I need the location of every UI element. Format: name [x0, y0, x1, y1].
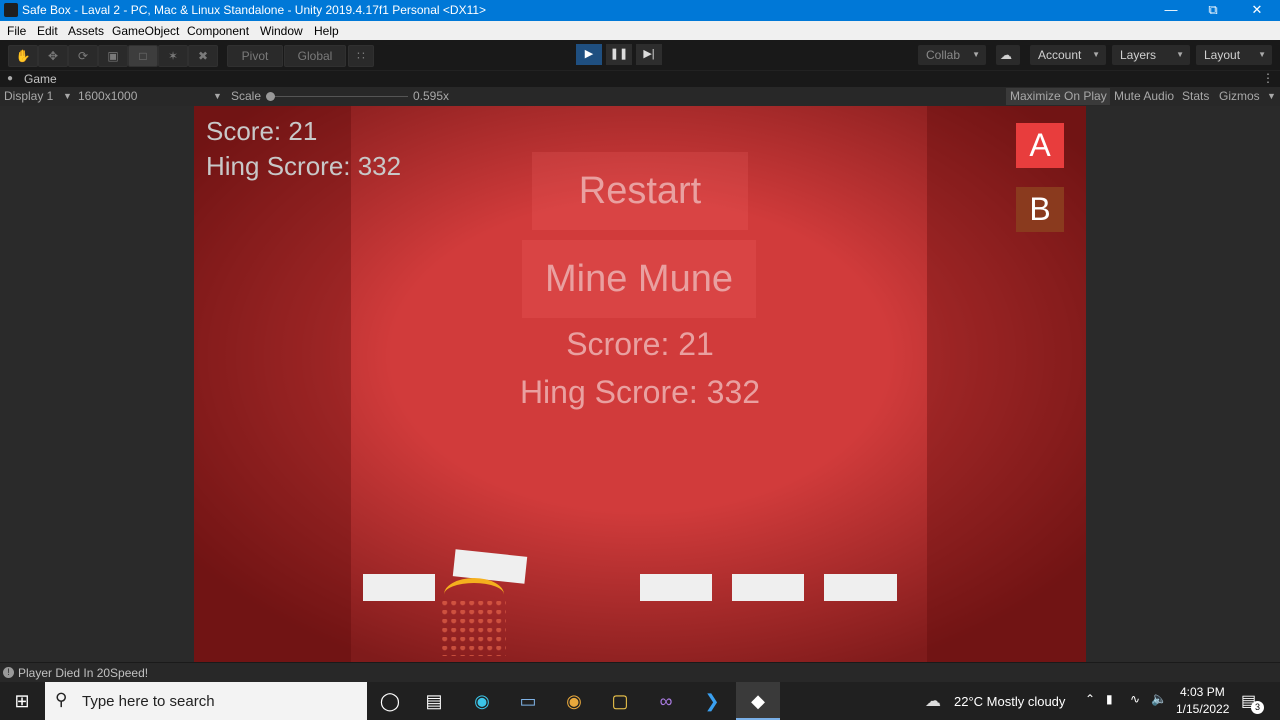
global-toggle[interactable]: Global [284, 45, 346, 67]
weather-text[interactable]: 22°C Mostly cloudy [954, 694, 1065, 709]
unity-logo-icon [4, 3, 18, 17]
transform-tool-icon[interactable]: ✶ [158, 45, 188, 67]
scale-slider-handle[interactable] [266, 92, 275, 101]
game-tab-header: ● Game ⋮ [0, 70, 1280, 88]
notification-count: 3 [1251, 701, 1264, 714]
hand-tool-icon[interactable]: ✋ [8, 45, 38, 67]
pause-button[interactable]: ❚❚ [606, 44, 632, 65]
step-button[interactable]: ▶| [636, 44, 662, 65]
display-chevron-icon: ▼ [63, 91, 72, 101]
menu-help[interactable]: Help [314, 24, 339, 38]
gizmos-toggle[interactable]: Gizmos [1215, 88, 1264, 105]
menu-window[interactable]: Window [260, 24, 303, 38]
gizmos-chevron-icon[interactable]: ▼ [1267, 91, 1276, 101]
platform [732, 574, 804, 601]
volume-icon[interactable]: 🔈 [1151, 691, 1167, 707]
account-label: Account [1038, 48, 1082, 62]
cortana-icon[interactable]: ◯ [368, 682, 412, 720]
hud-high-score: Hing Scrore: 332 [206, 151, 402, 181]
collab-label: Collab [926, 48, 961, 62]
particle-trail [442, 601, 506, 656]
maximize-on-play-toggle[interactable]: Maximize On Play [1006, 88, 1111, 105]
collab-dropdown[interactable]: Collab ▼ [918, 45, 986, 65]
menu-edit[interactable]: Edit [37, 24, 58, 38]
stats-toggle[interactable]: Stats [1178, 88, 1214, 105]
tray-chevron-icon[interactable]: ⌃ [1085, 692, 1095, 706]
resolution-chevron-icon: ▼ [213, 91, 222, 101]
mute-audio-toggle[interactable]: Mute Audio [1110, 88, 1179, 105]
game-view-controls: Display 1 ▼ 1600x1000 ▼ Scale 0.595x Max… [0, 87, 1280, 107]
visual-studio-icon[interactable]: ∞ [644, 682, 688, 720]
scale-value: 0.595x [413, 89, 450, 103]
game-canvas[interactable]: Score: 21 Hing Scrore: 332 Restart Mine … [194, 106, 1086, 662]
close-icon[interactable]: ✕ [1249, 2, 1265, 18]
file-explorer-icon[interactable]: ▢ [598, 682, 642, 720]
layers-label: Layers [1120, 48, 1157, 62]
gamepad-icon: ● [7, 73, 14, 84]
minimize-icon[interactable]: — [1163, 2, 1179, 18]
platform [640, 574, 712, 601]
scale-tool-icon[interactable]: ▣ [98, 45, 128, 67]
wifi-icon[interactable]: ∿ [1130, 692, 1140, 706]
pivot-label: Pivot [241, 49, 269, 63]
windows-start-icon[interactable]: ⊞ [0, 682, 44, 720]
chrome-icon[interactable]: ◉ [552, 682, 596, 720]
window-title-bar: Safe Box - Laval 2 - PC, Mac & Linux Sta… [0, 0, 1280, 21]
rect-tool-icon[interactable]: □ [128, 45, 158, 67]
unity-taskbar-icon[interactable]: ◆ [736, 682, 780, 720]
weather-cloud-icon[interactable]: ☁ [925, 691, 941, 711]
menu-assets[interactable]: Assets [68, 24, 104, 38]
main-menu-button[interactable]: Mine Mune [522, 240, 756, 318]
resolution-dropdown[interactable]: 1600x1000 [78, 89, 137, 103]
move-tool-icon[interactable]: ✥ [38, 45, 68, 67]
b-button[interactable]: B [1016, 187, 1064, 232]
tab-menu-icon[interactable]: ⋮ [1262, 71, 1274, 85]
edge-icon[interactable]: ◉ [460, 682, 504, 720]
overlay-high-score: Hing Scrore: 332 [519, 374, 761, 410]
info-icon: ! [3, 667, 14, 678]
overlay-score: Scrore: 21 [566, 326, 714, 362]
search-placeholder: Type here to search [82, 693, 215, 710]
status-message[interactable]: Player Died In 20Speed! [18, 666, 148, 680]
remote-desktop-icon[interactable]: ▭ [506, 682, 550, 720]
hud-score: Score: 21 [206, 116, 318, 146]
search-icon: ⚲ [55, 690, 68, 709]
global-label: Global [297, 49, 333, 63]
vscode-icon[interactable]: ❯ [690, 682, 734, 720]
clock-date[interactable]: 1/15/2022 [1176, 702, 1229, 716]
layout-label: Layout [1204, 48, 1241, 62]
toolbar: ✋ ✥ ⟳ ▣ □ ✶ ✖ Pivot Global ∷ ▶ ❚❚ ▶| Col… [0, 40, 1280, 70]
a-button[interactable]: A [1016, 123, 1064, 168]
custom-tool-icon[interactable]: ✖ [188, 45, 218, 67]
pivot-toggle[interactable]: Pivot [227, 45, 283, 67]
restore-icon[interactable]: ⧉ [1205, 2, 1221, 18]
window-title: Safe Box - Laval 2 - PC, Mac & Linux Sta… [22, 3, 487, 17]
clock-time[interactable]: 4:03 PM [1180, 685, 1225, 699]
tab-game[interactable]: Game [24, 72, 57, 86]
platform [824, 574, 897, 601]
platform [363, 574, 435, 601]
restart-button[interactable]: Restart [532, 152, 748, 230]
rotate-tool-icon[interactable]: ⟳ [68, 45, 98, 67]
status-bar: ! Player Died In 20Speed! [0, 662, 1280, 683]
task-view-icon[interactable]: ▤ [412, 682, 456, 720]
battery-icon[interactable]: ▮ [1106, 692, 1113, 706]
play-button[interactable]: ▶ [576, 44, 602, 65]
cloud-icon[interactable]: ☁ [996, 45, 1020, 65]
snap-grid-icon[interactable]: ∷ [348, 45, 374, 67]
taskbar: ⊞ ⚲ Type here to search ◯ ▤ ◉ ▭ ◉ ▢ ∞ ❯ … [0, 682, 1280, 720]
menu-gameobject[interactable]: GameObject [112, 24, 179, 38]
account-dropdown[interactable]: Account ▼ [1030, 45, 1106, 65]
scale-label: Scale [231, 89, 262, 103]
menu-component[interactable]: Component [187, 24, 249, 38]
menu-bar: File Edit Assets GameObject Component Wi… [0, 21, 1280, 40]
menu-file[interactable]: File [7, 24, 26, 38]
layout-dropdown[interactable]: Layout ▼ [1196, 45, 1272, 65]
layers-dropdown[interactable]: Layers ▼ [1112, 45, 1190, 65]
display-dropdown[interactable]: Display 1 [4, 89, 53, 103]
search-box[interactable]: ⚲ Type here to search [45, 682, 367, 720]
left-wall [194, 106, 351, 662]
scale-slider-track[interactable] [270, 96, 408, 97]
